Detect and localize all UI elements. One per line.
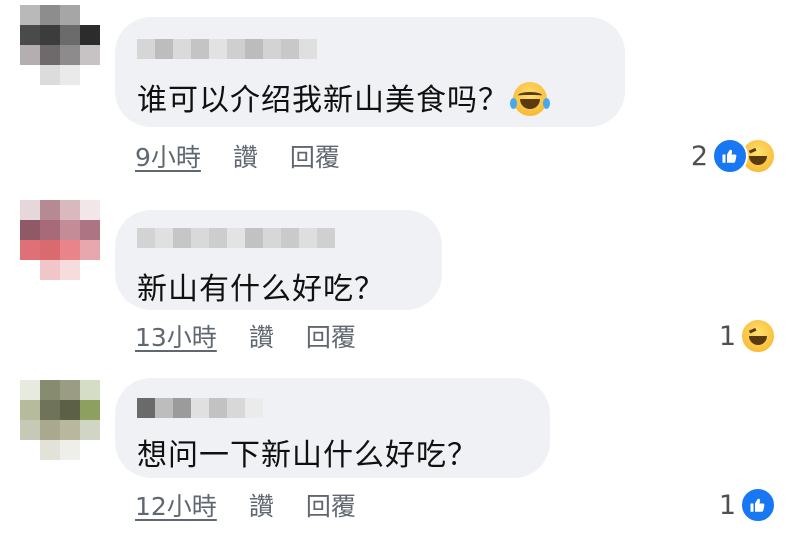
reply-button[interactable]: 回覆 <box>306 318 356 354</box>
comment-bubble: 新山有什么好吃？ <box>115 210 442 310</box>
commenter-name[interactable] <box>137 398 263 418</box>
avatar[interactable] <box>20 5 100 85</box>
timestamp-link[interactable]: 12小時 <box>135 487 217 523</box>
reaction-count: 1 <box>718 489 736 521</box>
face-with-tears-of-joy-icon <box>510 82 550 116</box>
like-button[interactable]: 讚 <box>249 487 274 523</box>
reaction-summary[interactable]: 2 <box>691 138 776 174</box>
comment-actions: 9小時 讚 回覆 <box>135 139 340 173</box>
comment-text: 想问一下新山什么好吃？ <box>137 438 478 473</box>
comment-bubble: 想问一下新山什么好吃？ <box>115 378 550 478</box>
like-button[interactable]: 讚 <box>249 318 274 354</box>
reaction-summary[interactable]: 1 <box>719 487 776 523</box>
comment-actions: 13小時 讚 回覆 <box>135 319 356 353</box>
reaction-summary[interactable]: 1 <box>719 318 776 354</box>
commenter-name[interactable] <box>137 228 335 248</box>
like-icon <box>712 138 748 174</box>
timestamp-link[interactable]: 9小時 <box>135 138 201 174</box>
commenter-name[interactable] <box>137 39 317 59</box>
reply-button[interactable]: 回覆 <box>290 138 340 174</box>
like-icon <box>740 487 776 523</box>
avatar[interactable] <box>20 200 100 280</box>
like-button[interactable]: 讚 <box>233 138 258 174</box>
avatar[interactable] <box>20 380 100 460</box>
reaction-count: 2 <box>690 140 708 172</box>
comment-text: 谁可以介绍我新山美食吗？ <box>137 75 550 119</box>
haha-icon <box>740 318 776 354</box>
reaction-count: 1 <box>718 320 736 352</box>
comment-actions: 12小時 讚 回覆 <box>135 488 356 522</box>
comment-bubble: 谁可以介绍我新山美食吗？ <box>115 17 625 127</box>
timestamp-link[interactable]: 13小時 <box>135 318 217 354</box>
comment-text: 新山有什么好吃？ <box>137 272 385 307</box>
reply-button[interactable]: 回覆 <box>306 487 356 523</box>
